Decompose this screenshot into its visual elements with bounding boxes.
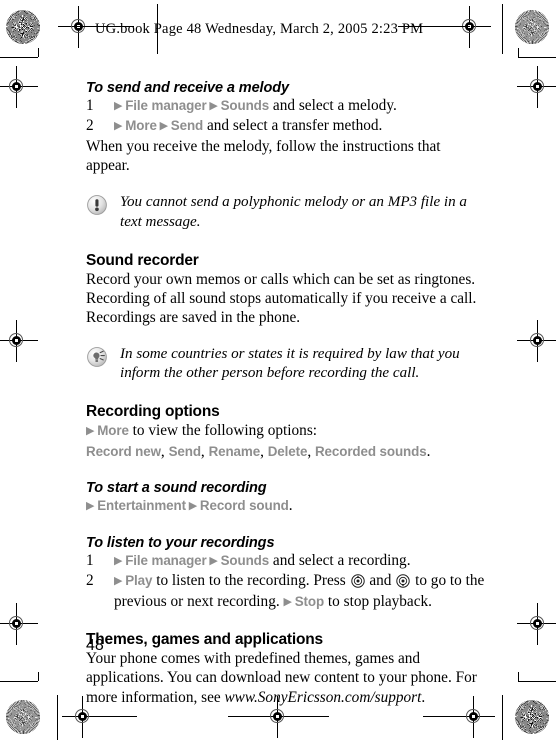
ui-term-rename: Rename (208, 443, 261, 459)
themes-body-part-2: . (421, 688, 426, 706)
bottom-rule-left (97, 716, 137, 717)
steps-send-receive-melody: 1 ▶ File manager ▶ Sounds and select a melod… (86, 96, 486, 137)
trim-tick-top-right (518, 48, 519, 57)
step-number: 1 (86, 552, 94, 570)
note-exclamation-icon (86, 194, 108, 216)
registration-target-top-right (449, 6, 491, 48)
list-item: 1 ▶ File manager ▶ Sounds and select a recor… (86, 551, 486, 571)
paragraph-sound-recorder: Record your own memos or calls which can… (86, 271, 477, 327)
print-starburst-bottom-left (6, 700, 40, 734)
registration-target-right-middle (517, 320, 556, 362)
crop-mark-bottom-right-vertical (502, 695, 503, 740)
ui-term-more: More (97, 423, 129, 439)
heading-themes-games-and-applications: Themes, games and applications (86, 631, 323, 649)
registration-target-left-middle (0, 320, 38, 362)
heading-sound-recorder: Sound recorder (86, 252, 199, 270)
crop-mark-top-right-vertical (502, 4, 503, 54)
menu-arrow-icon: ▶ (209, 100, 218, 112)
step-tail-text: and select a melody. (269, 97, 397, 114)
trim-line-bottom-left (0, 681, 38, 682)
ui-term-record-new: Record new (86, 443, 161, 459)
step-number: 2 (86, 572, 94, 590)
print-starburst-bottom-right (515, 700, 549, 734)
registration-target-right-top (517, 66, 556, 108)
support-url: www.SonyEricsson.com/support (224, 688, 422, 706)
print-starburst-top-left (6, 10, 40, 44)
trim-line-top-right (518, 57, 556, 58)
menu-arrow-icon: ▶ (209, 555, 218, 568)
step-tail-text: to stop playback. (324, 592, 432, 610)
paragraph-after-melody-steps: When you receive the melody, follow the … (86, 137, 441, 175)
ui-term-play: Play (125, 573, 153, 589)
heading-to-listen-to-your-recordings: To listen to your recordings (86, 535, 275, 552)
ui-term-sounds: Sounds (220, 553, 270, 569)
list-item: 2 ▶ More ▶ Send and select a transfer method… (86, 116, 486, 136)
paragraph-recording-options-intro: ▶ More to view the following options: (86, 421, 486, 441)
bottom-rule-right (423, 716, 463, 717)
note-block-melody: You cannot send a polyphonic melody or a… (86, 193, 486, 232)
ui-term-stop: Stop (294, 593, 325, 609)
recording-options-intro-tail: to view the following options: (128, 422, 318, 440)
ui-term-record-sound: Record sound (199, 497, 289, 513)
heading-to-start-a-sound-recording: To start a sound recording (86, 479, 267, 496)
line-tail: . (288, 496, 293, 514)
nav-key-up-icon (350, 574, 365, 589)
page-number: 48 (86, 637, 104, 654)
page-content: To send and receive a melody 1 ▶ File mana… (86, 80, 486, 707)
list-separator: , (200, 442, 209, 460)
list-separator: , (260, 442, 268, 460)
list-item: 1 ▶ File manager ▶ Sounds and select a melod… (86, 96, 486, 116)
list-item: 2 ▶ Play to listen to the recording. Press… (86, 571, 486, 612)
heading-to-send-and-receive-a-melody: To send and receive a melody (86, 80, 289, 96)
ui-term-send: Send (168, 443, 201, 459)
list-separator: , (160, 442, 169, 460)
ui-term-file-manager: File manager (125, 553, 207, 569)
note-tip-icon (86, 346, 108, 368)
trim-tick-top-left (38, 48, 39, 57)
paragraph-recording-options-list: Record new, Send, Rename, Delete, Record… (86, 442, 486, 461)
ui-term-recorded-sounds: Recorded sounds (314, 443, 427, 459)
trim-tick-bottom-left (38, 672, 39, 681)
note-text: In some countries or states it is requir… (120, 345, 460, 382)
ui-term-delete: Delete (267, 443, 308, 459)
ui-term-file-manager: File manager (125, 98, 207, 113)
step-number: 1 (86, 97, 94, 114)
trim-line-top-left (0, 57, 38, 58)
print-starburst-top-right (515, 10, 549, 44)
step-text-mid-1: to listen to the recording. Press (152, 572, 350, 590)
menu-arrow-icon: ▶ (283, 595, 292, 608)
steps-listen-recordings: 1 ▶ File manager ▶ Sounds and select a recor… (86, 551, 486, 612)
registration-target-top-left (58, 6, 100, 48)
book-header-text: UG.book Page 48 Wednesday, March 2, 2005… (95, 21, 424, 37)
ui-term-sounds: Sounds (220, 98, 270, 113)
registration-target-left-bottom (0, 603, 38, 645)
ui-term-more: More (125, 118, 157, 134)
registration-target-right-bottom (517, 603, 556, 645)
ui-term-send: Send (170, 118, 204, 134)
step-number: 2 (86, 117, 94, 135)
trim-tick-bottom-right (518, 672, 519, 681)
menu-arrow-icon: ▶ (188, 499, 198, 512)
crop-mark-bottom-left-vertical (57, 695, 58, 740)
step-tail-text: and select a recording. (269, 552, 411, 570)
note-text: You cannot send a polyphonic melody or a… (120, 194, 467, 230)
bottom-rule-center-left (228, 716, 266, 717)
list-terminator: . (426, 442, 431, 460)
list-separator: , (307, 442, 315, 460)
bottom-rule-center-right (291, 716, 329, 717)
ui-term-entertainment: Entertainment (97, 497, 186, 513)
step-tail-text: and select a transfer method. (203, 117, 383, 135)
paragraph-start-sound-recording: ▶ Entertainment ▶ Record sound. (86, 496, 486, 516)
trim-line-bottom-right (518, 681, 556, 682)
step-text-mid-2: and (365, 572, 396, 590)
paragraph-themes-games: Your phone comes with predefined themes,… (86, 649, 486, 707)
registration-target-left-top (0, 66, 38, 108)
heading-recording-options: Recording options (86, 403, 220, 421)
note-block-recording-law: In some countries or states it is requir… (86, 345, 486, 384)
nav-key-down-icon (396, 574, 410, 589)
menu-arrow-icon: ▶ (159, 120, 169, 133)
